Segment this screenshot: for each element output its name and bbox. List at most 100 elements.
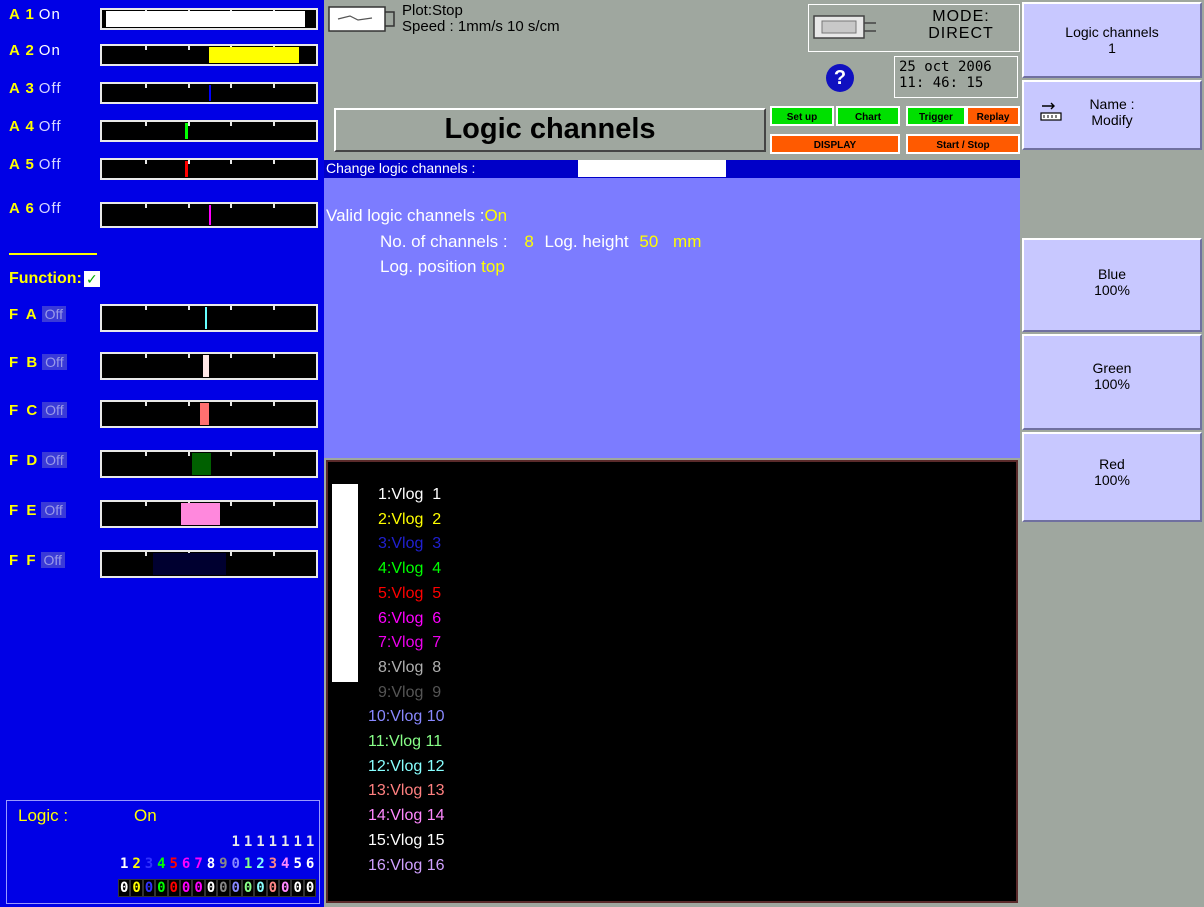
scale-tick: [187, 306, 190, 310]
softkey-value: 100%: [1094, 376, 1130, 392]
softkey-label: Logic channels: [1065, 24, 1159, 40]
scale-tick: [144, 502, 147, 506]
softkey-name-modify[interactable]: Name : Modify: [1022, 80, 1202, 150]
height-value: 50: [639, 232, 659, 251]
logic-digit: 0: [167, 879, 180, 897]
scale-tick: [230, 84, 233, 88]
nb-channels-value: 8: [524, 232, 534, 251]
scale-tick: [144, 354, 147, 358]
scale-tick: [273, 552, 276, 556]
analog-channel-5[interactable]: A 5 Off: [9, 156, 62, 173]
softkey-blue[interactable]: Blue 100%: [1022, 238, 1202, 332]
channel-id: A 4: [9, 118, 35, 135]
function-channel-2[interactable]: F B Off: [9, 354, 67, 371]
mode-value: DIRECT: [928, 25, 994, 42]
function-channel-6[interactable]: F F Off: [9, 552, 65, 569]
analog-channel-2[interactable]: A 2 On: [9, 42, 61, 59]
logic-digit: 1: [281, 834, 290, 850]
analog-channel-3[interactable]: A 3 Off: [9, 80, 62, 97]
channel-level-mark: [106, 11, 306, 27]
checkbox-icon[interactable]: ✓: [83, 270, 100, 287]
help-icon[interactable]: ?: [826, 64, 854, 92]
scale-tick: [187, 452, 190, 456]
position-row[interactable]: Log. position top: [380, 257, 505, 277]
logic-digit: [130, 834, 142, 850]
channel-level-bar: [100, 44, 318, 66]
display-button[interactable]: DISPLAY: [770, 134, 900, 154]
softkey-green[interactable]: Green 100%: [1022, 334, 1202, 430]
function-channel-4[interactable]: F D Off: [9, 452, 67, 469]
valid-channels-row[interactable]: Valid logic channels :On: [326, 206, 507, 226]
channels-height-row[interactable]: No. of channels : 8 Log. height 50 mm: [380, 232, 701, 252]
analog-channel-4[interactable]: A 4 Off: [9, 118, 62, 135]
logic-digit: 0: [231, 856, 240, 872]
scale-tick: [230, 160, 233, 164]
scale-tick: [230, 502, 233, 506]
channel-state: Off: [42, 402, 67, 418]
scale-tick: [187, 354, 190, 358]
function-toggle[interactable]: Function: ✓: [9, 270, 100, 288]
channel-level-bar: [100, 82, 318, 104]
analog-channel-1[interactable]: A 1 On: [9, 6, 61, 23]
scale-tick: [273, 306, 276, 310]
scale-tick: [144, 402, 147, 406]
channel-id: F C: [9, 402, 40, 419]
logic-state: On: [134, 806, 157, 825]
scale-tick: [230, 122, 233, 126]
replay-button[interactable]: Replay: [966, 106, 1020, 126]
logic-digit: [168, 834, 180, 850]
analog-channel-6[interactable]: A 6 Off: [9, 200, 62, 217]
function-channel-1[interactable]: F A Off: [9, 306, 67, 323]
channel-level-mark: [191, 453, 212, 475]
date-time: 25 oct 2006 11: 46: 15: [894, 56, 1018, 98]
scale-tick: [230, 552, 233, 556]
channel-level-mark: [209, 85, 212, 101]
scale-tick: [273, 502, 276, 506]
logic-digit: 2: [256, 856, 265, 872]
logic-digit: 1: [231, 834, 240, 850]
valid-value: On: [484, 206, 508, 225]
channel-level-mark: [209, 47, 299, 63]
scale-tick: [144, 552, 147, 556]
logic-digit: 0: [118, 879, 131, 897]
function-channel-5[interactable]: F E Off: [9, 502, 66, 519]
scale-tick: [187, 46, 190, 50]
scale-tick: [187, 402, 190, 406]
channel-level-bar: [100, 158, 318, 180]
change-label: Change logic channels :: [326, 160, 476, 176]
scale-tick: [273, 402, 276, 406]
logic-digit: 4: [281, 856, 290, 872]
channel-level-bar: [100, 8, 318, 30]
chart-button[interactable]: Chart: [836, 106, 900, 126]
separator: [9, 253, 97, 255]
softkey-value: 1: [1108, 40, 1116, 56]
softkey-red[interactable]: Red 100%: [1022, 432, 1202, 522]
logic-digit: 3: [144, 856, 154, 872]
preview-channel-label: 4:Vlog 4: [378, 560, 442, 578]
trigger-button[interactable]: Trigger: [906, 106, 966, 126]
channel-id: F B: [9, 354, 40, 371]
logic-digit: 1: [243, 856, 253, 872]
logic-digit: 0: [130, 879, 143, 897]
change-input[interactable]: [578, 160, 726, 177]
channel-level-bar: [100, 202, 318, 228]
logic-height-indicator: [332, 484, 358, 682]
softkey-value: 100%: [1094, 282, 1130, 298]
logic-digit: 5: [169, 856, 178, 872]
config-area: [324, 160, 1020, 458]
logic-digit: 1: [293, 834, 302, 850]
scale-tick: [187, 160, 190, 164]
logic-digit: [143, 834, 155, 850]
channel-id: F A: [9, 306, 39, 323]
logic-digit: 0: [303, 879, 317, 897]
setup-button[interactable]: Set up: [770, 106, 834, 126]
logic-digit: [192, 834, 204, 850]
scale-tick: [273, 354, 276, 358]
function-channel-3[interactable]: F C Off: [9, 402, 67, 419]
logic-label: Logic :: [18, 806, 69, 825]
start-stop-button[interactable]: Start / Stop: [906, 134, 1020, 154]
logic-digit: 0: [266, 879, 280, 897]
nb-channels-label: No. of channels :: [380, 232, 508, 251]
softkey-logic-channels[interactable]: Logic channels 1: [1022, 2, 1202, 78]
channel-state: On: [38, 6, 61, 23]
